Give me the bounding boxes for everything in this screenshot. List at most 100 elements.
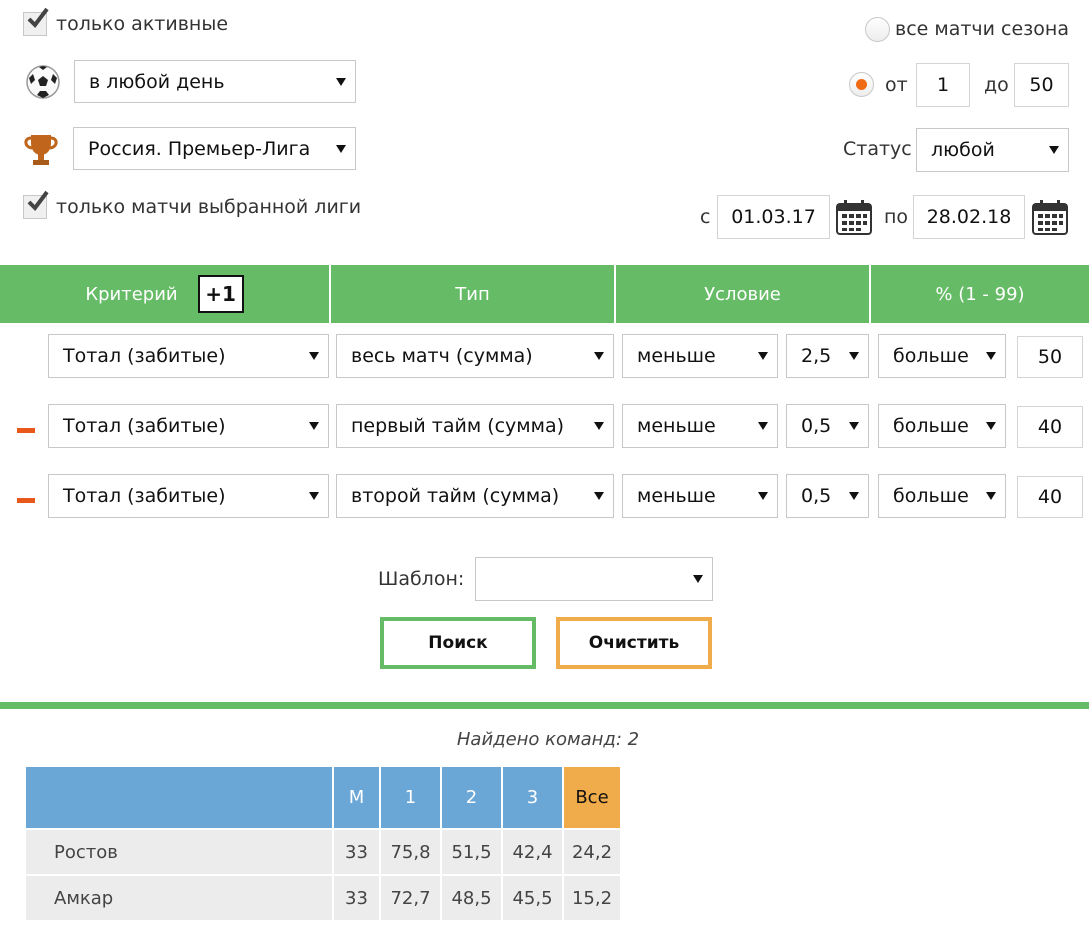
criterion-header: Критерий +1 — [0, 265, 329, 323]
criterion-select[interactable]: Тотал (забитые) — [48, 334, 329, 378]
range-from-input[interactable]: 1 — [916, 63, 970, 107]
date-from-input[interactable]: 01.03.17 — [717, 195, 830, 239]
calendar-icon[interactable] — [835, 198, 873, 236]
table-cell: 51,5 — [441, 829, 503, 876]
range-radio[interactable] — [849, 72, 874, 97]
condition-value: меньше — [637, 485, 716, 507]
type-select[interactable]: весь матч (сумма) — [336, 334, 614, 378]
criterion-select[interactable]: Тотал (забитые) — [48, 404, 329, 448]
table-cell: 33 — [333, 875, 381, 922]
template-select[interactable] — [475, 557, 713, 601]
chevron-down-icon — [758, 352, 768, 360]
status-label: Статус — [843, 138, 912, 160]
chevron-down-icon — [309, 492, 319, 500]
chevron-down-icon — [758, 492, 768, 500]
table-cell: 45,5 — [502, 875, 564, 922]
compare-select[interactable]: больше — [878, 474, 1006, 518]
criterion-value: Тотал (забитые) — [63, 485, 226, 507]
column-header: Все — [563, 767, 622, 830]
type-select[interactable]: первый тайм (сумма) — [336, 404, 614, 448]
only-active-checkbox[interactable] — [23, 7, 49, 36]
criterion-select[interactable]: Тотал (забитые) — [48, 474, 329, 518]
league-select[interactable]: Россия. Премьер-Лига — [73, 127, 356, 170]
chevron-down-icon — [849, 422, 859, 430]
compare-value: больше — [893, 415, 969, 437]
chevron-down-icon — [336, 77, 346, 86]
all-season-label: все матчи сезона — [895, 18, 1069, 40]
compare-select[interactable]: больше — [878, 404, 1006, 448]
value-value: 0,5 — [801, 415, 832, 437]
column-header: 1 — [380, 767, 442, 830]
results-table: М 1 2 3 Все Ростов 33 75,8 51,5 42,4 24,… — [26, 767, 622, 922]
day-select[interactable]: в любой день — [74, 60, 356, 103]
calendar-icon[interactable] — [1031, 198, 1069, 236]
chevron-down-icon — [1049, 146, 1059, 154]
table-cell: 75,8 — [380, 829, 442, 876]
search-button[interactable]: Поиск — [380, 617, 536, 669]
chevron-down-icon — [309, 352, 319, 360]
chevron-down-icon — [309, 422, 319, 430]
type-value: весь матч (сумма) — [351, 345, 533, 367]
column-header: 2 — [441, 767, 503, 830]
type-value: первый тайм (сумма) — [351, 415, 565, 437]
compare-value: больше — [893, 485, 969, 507]
league-select-value: Россия. Премьер-Лига — [88, 137, 311, 160]
table-row[interactable]: Ростов 33 75,8 51,5 42,4 24,2 — [26, 829, 622, 876]
remove-criterion-icon[interactable] — [17, 428, 35, 433]
condition-value: меньше — [637, 345, 716, 367]
table-cell: 72,7 — [380, 875, 442, 922]
range-to-input[interactable]: 50 — [1014, 63, 1069, 107]
clear-button[interactable]: Очистить — [556, 617, 712, 669]
percent-input[interactable]: 50 — [1017, 336, 1083, 378]
radio-selected-dot — [856, 79, 867, 90]
chevron-down-icon — [594, 492, 604, 500]
add-criterion-button[interactable]: +1 — [197, 275, 244, 313]
chevron-down-icon — [594, 422, 604, 430]
percent-input[interactable]: 40 — [1017, 476, 1083, 518]
team-name[interactable]: Ростов — [26, 829, 334, 876]
chevron-down-icon — [849, 352, 859, 360]
condition-value: меньше — [637, 415, 716, 437]
column-header: М — [333, 767, 381, 830]
criterion-header-label: Критерий — [85, 283, 178, 305]
value-value: 0,5 — [801, 485, 832, 507]
soccer-ball-icon — [26, 65, 60, 99]
criterion-value: Тотал (забитые) — [63, 415, 226, 437]
criterion-value: Тотал (забитые) — [63, 345, 226, 367]
chevron-down-icon — [594, 352, 604, 360]
table-cell: 48,5 — [441, 875, 503, 922]
table-cell: 15,2 — [563, 875, 622, 922]
date-from-label: с — [700, 206, 711, 228]
chevron-down-icon — [693, 575, 703, 583]
condition-header: Условие — [616, 265, 869, 323]
status-select[interactable]: любой — [916, 128, 1069, 172]
remove-criterion-icon[interactable] — [17, 498, 35, 503]
table-cell: 24,2 — [563, 829, 622, 876]
condition-select[interactable]: меньше — [622, 404, 778, 448]
condition-select[interactable]: меньше — [622, 334, 778, 378]
chevron-down-icon — [986, 422, 996, 430]
day-select-value: в любой день — [89, 70, 225, 93]
checkmark-icon — [27, 190, 49, 212]
table-row[interactable]: Амкар 33 72,7 48,5 45,5 15,2 — [26, 875, 622, 922]
type-value: второй тайм (сумма) — [351, 485, 560, 507]
team-name[interactable]: Амкар — [26, 875, 334, 922]
checkmark-icon — [27, 7, 49, 29]
value-select[interactable]: 0,5 — [786, 404, 869, 448]
date-to-input[interactable]: 28.02.18 — [913, 195, 1025, 239]
chevron-down-icon — [986, 492, 996, 500]
percent-header: % (1 - 99) — [871, 265, 1089, 323]
results-count: Найдено команд: 2 — [456, 729, 640, 750]
only-league-label: только матчи выбранной лиги — [56, 196, 362, 218]
compare-select[interactable]: больше — [878, 334, 1006, 378]
all-season-radio[interactable] — [865, 17, 890, 42]
to-label: до — [984, 74, 1009, 96]
condition-select[interactable]: меньше — [622, 474, 778, 518]
percent-input[interactable]: 40 — [1017, 406, 1083, 448]
type-select[interactable]: второй тайм (сумма) — [336, 474, 614, 518]
only-league-checkbox[interactable] — [23, 190, 49, 219]
status-select-value: любой — [931, 139, 995, 161]
value-select[interactable]: 0,5 — [786, 474, 869, 518]
chevron-down-icon — [336, 144, 346, 153]
value-select[interactable]: 2,5 — [786, 334, 869, 378]
